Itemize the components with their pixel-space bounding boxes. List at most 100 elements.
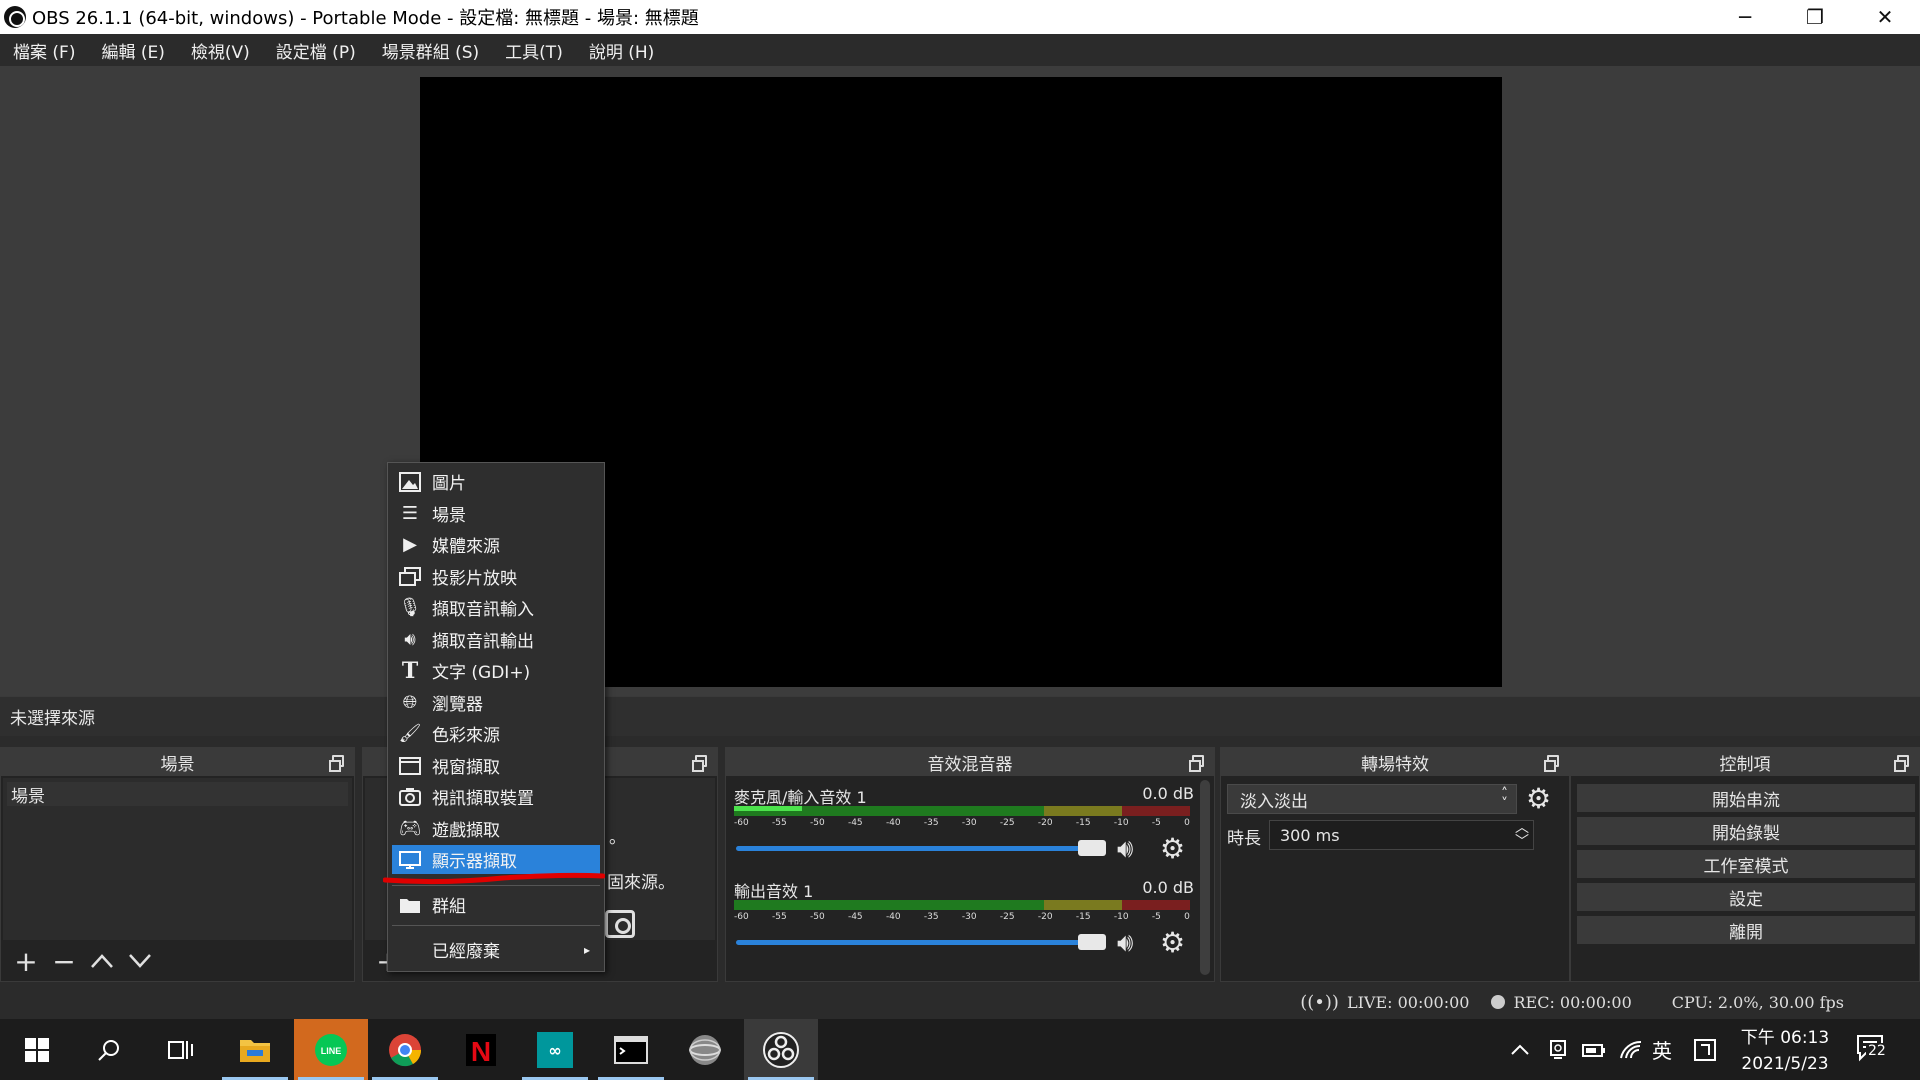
menu-item-audio-input[interactable]: 🎙︎ 擷取音訊輸入 (392, 593, 600, 622)
camera-icon (398, 785, 422, 809)
live-broadcast-icon: ((•)) (1300, 991, 1339, 1013)
tray-ime-mode[interactable] (1694, 1019, 1716, 1080)
meet-now-icon (1550, 1039, 1566, 1059)
speaker-icon[interactable]: 🔊︎ (1117, 834, 1133, 865)
menu-item-image[interactable]: 圖片 (392, 467, 600, 496)
tray-meet-now[interactable] (1548, 1019, 1568, 1080)
controls-dock-header: 控制項 (1571, 748, 1919, 776)
remove-scene-button[interactable]: − (49, 945, 79, 978)
undock-icon[interactable] (1894, 755, 1909, 772)
meter-ticks: -60 -55 -50 -45 -40 -35 -30 -25 -20 -15 -10 -5 0 (734, 818, 1190, 828)
undock-icon[interactable] (1189, 755, 1204, 772)
line-app-icon: LINE (315, 1033, 347, 1066)
scenes-toolbar: + − (1, 941, 354, 981)
volume-slider-handle[interactable] (1078, 840, 1106, 856)
studio-mode-button[interactable]: 工作室模式 (1577, 850, 1915, 878)
menu-item-window-capture[interactable]: 視窗擷取 (392, 751, 600, 780)
menu-scene-collection[interactable]: 場景群組 (S) (369, 38, 492, 63)
start-button[interactable] (0, 1019, 74, 1080)
transitions-dock-header: 轉場特效 (1221, 748, 1569, 776)
play-icon: ▶ (403, 534, 417, 555)
slideshow-icon (398, 565, 422, 589)
taskbar-arduino[interactable]: ∞ (518, 1019, 592, 1080)
search-button[interactable] (72, 1019, 146, 1080)
menu-item-text-gdi[interactable]: T 文字 (GDI+) (392, 656, 600, 685)
minimize-button[interactable]: ─ (1710, 0, 1780, 34)
add-scene-button[interactable]: + (11, 945, 41, 978)
move-scene-up-button[interactable] (87, 946, 117, 976)
menu-item-slideshow[interactable]: 投影片放映 (392, 562, 600, 591)
menu-item-deprecated[interactable]: 已經廢棄 ▸ (392, 935, 600, 964)
menu-view[interactable]: 檢視(V) (178, 38, 263, 63)
title-bar: OBS 26.1.1 (64-bit, windows) - Portable … (0, 0, 1920, 34)
menu-item-browser[interactable]: 🌐︎ 瀏覽器 (392, 688, 600, 717)
menu-item-audio-output[interactable]: 🔊︎ 擷取音訊輸出 (392, 625, 600, 654)
taskbar-file-explorer[interactable] (218, 1019, 292, 1080)
notification-center-button[interactable]: 22 (1856, 1033, 1892, 1063)
gear-icon[interactable]: ⚙ (1160, 926, 1185, 959)
taskbar-chrome[interactable] (368, 1019, 442, 1080)
microphone-icon: 🎙︎ (398, 597, 422, 618)
menu-item-group[interactable]: 群組 (392, 890, 600, 919)
duration-label: 時長 (1227, 829, 1261, 849)
terminal-icon (614, 1035, 648, 1064)
spin-arrows-icon[interactable]: ︿ ﹀ (1515, 821, 1529, 849)
start-streaming-button[interactable]: 開始串流 (1577, 784, 1915, 812)
menu-file[interactable]: 檔案 (F) (0, 38, 88, 63)
close-button[interactable]: ✕ (1850, 0, 1920, 34)
maximize-button[interactable]: ❐ (1780, 0, 1850, 34)
no-source-selected-label: 未選擇來源 (10, 709, 95, 729)
menu-item-color-source[interactable]: 🖌︎ 色彩來源 (392, 719, 600, 748)
gear-icon[interactable]: ⚙ (1160, 832, 1185, 865)
start-recording-button[interactable]: 開始錄製 (1577, 817, 1915, 845)
sources-hint-text: 。 (609, 828, 626, 848)
task-view-button[interactable] (144, 1019, 218, 1080)
menu-profile[interactable]: 設定檔 (P) (263, 38, 369, 63)
rec-time: REC: 00:00:00 (1513, 992, 1632, 1012)
move-scene-down-button[interactable] (125, 946, 155, 976)
undock-icon[interactable] (692, 755, 707, 772)
scene-list[interactable]: 場景 (3, 778, 352, 940)
speaker-icon[interactable]: 🔊︎ (1117, 928, 1133, 959)
volume-slider-track[interactable] (736, 940, 1088, 945)
undock-icon[interactable] (329, 755, 344, 772)
tray-overflow-chevron[interactable] (1510, 1019, 1530, 1080)
svg-text:LINE: LINE (321, 1046, 342, 1056)
volume-slider-handle[interactable] (1078, 934, 1106, 950)
scenes-dock: 場景 場景 + − (0, 747, 355, 982)
settings-button[interactable]: 設定 (1577, 883, 1915, 911)
volume-slider-track[interactable] (736, 846, 1088, 851)
taskbar-netflix[interactable]: N (444, 1019, 518, 1080)
menu-bar: 檔案 (F) 編輯 (E) 檢視(V) 設定檔 (P) 場景群組 (S) 工具(… (0, 34, 1920, 66)
mixer-scrollbar[interactable] (1200, 780, 1210, 975)
exit-button[interactable]: 離開 (1577, 916, 1915, 944)
menu-item-scene[interactable]: ☰ 場景 (392, 499, 600, 528)
folder-icon (398, 893, 422, 917)
duration-value: 300 ms (1280, 825, 1340, 845)
menu-help[interactable]: 說明 (H) (576, 38, 667, 63)
transition-select[interactable]: 淡入淡出 ˄ ˅ (1227, 784, 1517, 814)
menu-item-media-source[interactable]: ▶ 媒體來源 (392, 530, 600, 559)
submenu-arrow-icon: ▸ (583, 942, 590, 957)
undock-icon[interactable] (1544, 755, 1559, 772)
tray-wifi[interactable] (1620, 1019, 1642, 1080)
menu-edit[interactable]: 編輯 (E) (88, 38, 177, 63)
taskbar-sphere-app[interactable] (668, 1019, 742, 1080)
menu-item-game-capture[interactable]: 🎮︎ 遊戲擷取 (392, 814, 600, 843)
duration-input[interactable]: 300 ms ︿ ﹀ (1269, 820, 1534, 850)
scene-list-item[interactable]: 場景 (7, 782, 348, 807)
source-status-bar: 未選擇來源 (0, 696, 1920, 736)
taskbar-clock[interactable]: 下午 06:13 2021/5/23 (1730, 1025, 1840, 1077)
taskbar-obs[interactable] (744, 1019, 818, 1080)
menu-item-display-capture[interactable]: 顯示器擷取 (392, 845, 600, 874)
tray-battery[interactable] (1582, 1019, 1606, 1080)
gear-icon[interactable]: ⚙ (1526, 782, 1551, 815)
menu-tools[interactable]: 工具(T) (492, 38, 576, 63)
menu-item-video-capture-device[interactable]: 視訊擷取裝置 (392, 782, 600, 811)
monitor-icon (398, 848, 422, 872)
tray-ime[interactable]: 英 (1652, 1019, 1672, 1080)
taskbar-line[interactable]: LINE (294, 1019, 368, 1080)
gamepad-icon: 🎮︎ (398, 818, 422, 839)
audio-mixer-title: 音效混音器 (927, 754, 1013, 775)
taskbar-terminal[interactable] (594, 1019, 668, 1080)
